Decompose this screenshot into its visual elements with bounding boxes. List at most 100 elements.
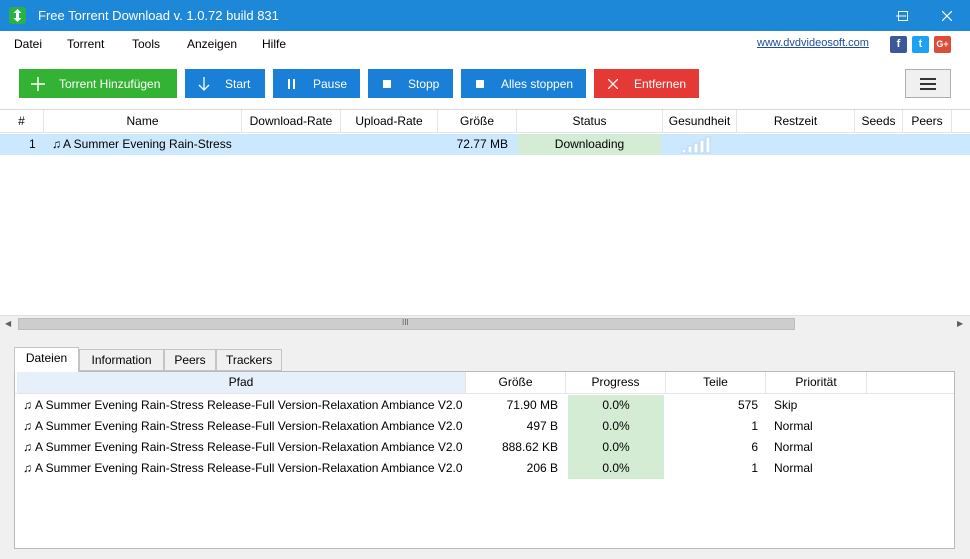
hamburger-icon bbox=[920, 77, 936, 80]
website-link[interactable]: www.dvdvideosoft.com bbox=[757, 37, 869, 49]
tab-dateien[interactable]: Dateien bbox=[14, 347, 79, 372]
files-table-header: Pfad Größe Progress Teile Priorität bbox=[15, 372, 954, 394]
add-torrent-button[interactable]: Torrent Hinzufügen bbox=[19, 69, 177, 98]
menu-datei[interactable]: Datei bbox=[14, 37, 42, 51]
torrent-list-header: # Name Download-Rate Upload-Rate Größe S… bbox=[0, 110, 970, 133]
start-button[interactable]: Start bbox=[185, 69, 265, 98]
stop-label: Stopp bbox=[408, 76, 440, 91]
file-progress: 0.0% bbox=[568, 395, 664, 416]
stop-all-label: Alles stoppen bbox=[501, 76, 574, 91]
torrent-size: 72.77 MB bbox=[456, 137, 508, 151]
file-size: 888.62 KB bbox=[501, 440, 558, 454]
file-progress: 0.0% bbox=[568, 416, 664, 437]
column-header-download-rate[interactable]: Download-Rate bbox=[242, 110, 341, 133]
scrollbar-grip: III bbox=[402, 318, 409, 327]
stop-icon bbox=[376, 69, 398, 98]
file-row[interactable]: ♫ A Summer Evening Rain-Stress Release-F… bbox=[15, 395, 954, 416]
pause-label: Pause bbox=[313, 76, 348, 91]
file-parts: 6 bbox=[751, 440, 758, 454]
scrollbar-thumb[interactable]: III bbox=[18, 318, 795, 330]
torrent-remaining bbox=[740, 134, 850, 155]
file-row[interactable]: ♫ A Summer Evening Rain-Stress Release-F… bbox=[15, 416, 954, 437]
file-row[interactable]: ♫ A Summer Evening Rain-Stress Release-F… bbox=[15, 437, 954, 458]
column-header-remaining[interactable]: Restzeit bbox=[737, 110, 855, 133]
files-table: Pfad Größe Progress Teile Priorität ♫ A … bbox=[14, 371, 955, 549]
file-row[interactable]: ♫ A Summer Evening Rain-Stress Release-F… bbox=[15, 458, 954, 479]
add-torrent-label: Torrent Hinzufügen bbox=[59, 76, 161, 91]
file-progress: 0.0% bbox=[568, 437, 664, 458]
column-header-priority[interactable]: Priorität bbox=[766, 372, 867, 393]
file-path: A Summer Evening Rain-Stress Release-Ful… bbox=[35, 461, 465, 475]
file-priority[interactable]: Normal bbox=[774, 458, 864, 479]
file-priority[interactable]: Normal bbox=[774, 437, 864, 458]
app-logo-icon bbox=[9, 7, 26, 24]
column-header-status[interactable]: Status bbox=[517, 110, 663, 133]
file-path: A Summer Evening Rain-Stress Release-Ful… bbox=[35, 440, 465, 454]
health-bars-icon bbox=[680, 134, 724, 155]
twitter-icon[interactable]: t bbox=[912, 36, 929, 53]
toolbar: Torrent Hinzufügen Start Pause Stopp All… bbox=[0, 57, 970, 109]
column-header-upload-rate[interactable]: Upload-Rate bbox=[341, 110, 438, 133]
details-panel: Dateien Information Peers Trackers Pfad … bbox=[0, 331, 970, 559]
file-parts: 575 bbox=[737, 398, 758, 412]
tab-trackers[interactable]: Trackers bbox=[216, 349, 282, 371]
file-path: A Summer Evening Rain-Stress Release-Ful… bbox=[35, 398, 465, 412]
google-plus-icon[interactable]: G+ bbox=[934, 36, 951, 53]
column-header-path[interactable]: Pfad bbox=[17, 372, 466, 393]
menu-tools[interactable]: Tools bbox=[132, 37, 160, 51]
file-priority[interactable]: Skip bbox=[774, 395, 864, 416]
torrent-upload-rate bbox=[342, 134, 434, 155]
torrent-list: # Name Download-Rate Upload-Rate Größe S… bbox=[0, 109, 970, 332]
remove-button[interactable]: Entfernen bbox=[594, 69, 699, 98]
close-icon bbox=[942, 10, 952, 21]
column-header-peers[interactable]: Peers bbox=[903, 110, 952, 133]
file-priority[interactable]: Normal bbox=[774, 416, 864, 437]
title-bar: Free Torrent Download v. 1.0.72 build 83… bbox=[0, 0, 970, 31]
music-note-icon: ♫ bbox=[23, 461, 32, 475]
column-header-file-size[interactable]: Größe bbox=[466, 372, 566, 393]
file-size: 206 B bbox=[526, 461, 558, 475]
file-parts: 1 bbox=[751, 419, 758, 433]
close-window-button[interactable] bbox=[924, 0, 970, 31]
arrow-down-icon bbox=[193, 69, 215, 98]
file-size: 71.90 MB bbox=[506, 398, 558, 412]
torrent-row[interactable]: 1 ♫ A Summer Evening Rain-Stress R 72.77… bbox=[0, 134, 970, 155]
tab-information[interactable]: Information bbox=[79, 349, 164, 371]
menu-hilfe[interactable]: Hilfe bbox=[262, 37, 286, 51]
column-header-size[interactable]: Größe bbox=[438, 110, 517, 133]
remove-label: Entfernen bbox=[634, 76, 687, 91]
facebook-icon[interactable]: f bbox=[890, 36, 907, 53]
pause-icon bbox=[281, 69, 303, 98]
pause-button[interactable]: Pause bbox=[273, 69, 360, 98]
column-header-parts[interactable]: Teile bbox=[666, 372, 766, 393]
column-header-health[interactable]: Gesundheit bbox=[663, 110, 737, 133]
stop-button[interactable]: Stopp bbox=[368, 69, 453, 98]
menu-torrent[interactable]: Torrent bbox=[67, 37, 104, 51]
music-note-icon: ♫ bbox=[23, 419, 32, 433]
stop-all-button[interactable]: Alles stoppen bbox=[461, 69, 586, 98]
file-path: A Summer Evening Rain-Stress Release-Ful… bbox=[35, 419, 465, 433]
column-header-progress[interactable]: Progress bbox=[566, 372, 666, 393]
column-header-name[interactable]: Name bbox=[44, 110, 242, 133]
plus-icon bbox=[27, 69, 49, 98]
torrent-status: Downloading bbox=[518, 134, 661, 155]
column-header-seeds[interactable]: Seeds bbox=[855, 110, 903, 133]
horizontal-scrollbar[interactable]: ◀ III ▶ bbox=[0, 315, 970, 332]
x-icon bbox=[602, 69, 624, 98]
window-title: Free Torrent Download v. 1.0.72 build 83… bbox=[38, 8, 279, 23]
torrent-name: A Summer Evening Rain-Stress R bbox=[63, 137, 235, 151]
stop-all-icon bbox=[469, 69, 491, 98]
menu-anzeigen[interactable]: Anzeigen bbox=[187, 37, 237, 51]
column-header-index[interactable]: # bbox=[0, 110, 44, 133]
music-note-icon: ♫ bbox=[23, 440, 32, 454]
file-progress: 0.0% bbox=[568, 458, 664, 479]
maximize-button[interactable] bbox=[880, 0, 926, 31]
scroll-right-icon[interactable]: ▶ bbox=[957, 319, 963, 328]
maximize-icon bbox=[898, 10, 908, 21]
hamburger-menu-button[interactable] bbox=[905, 69, 951, 98]
scroll-left-icon[interactable]: ◀ bbox=[5, 319, 11, 328]
torrent-index: 1 bbox=[29, 137, 36, 151]
music-note-icon: ♫ bbox=[23, 398, 32, 412]
menu-bar: Datei Torrent Tools Anzeigen Hilfe www.d… bbox=[0, 31, 970, 57]
tab-peers[interactable]: Peers bbox=[164, 349, 216, 371]
